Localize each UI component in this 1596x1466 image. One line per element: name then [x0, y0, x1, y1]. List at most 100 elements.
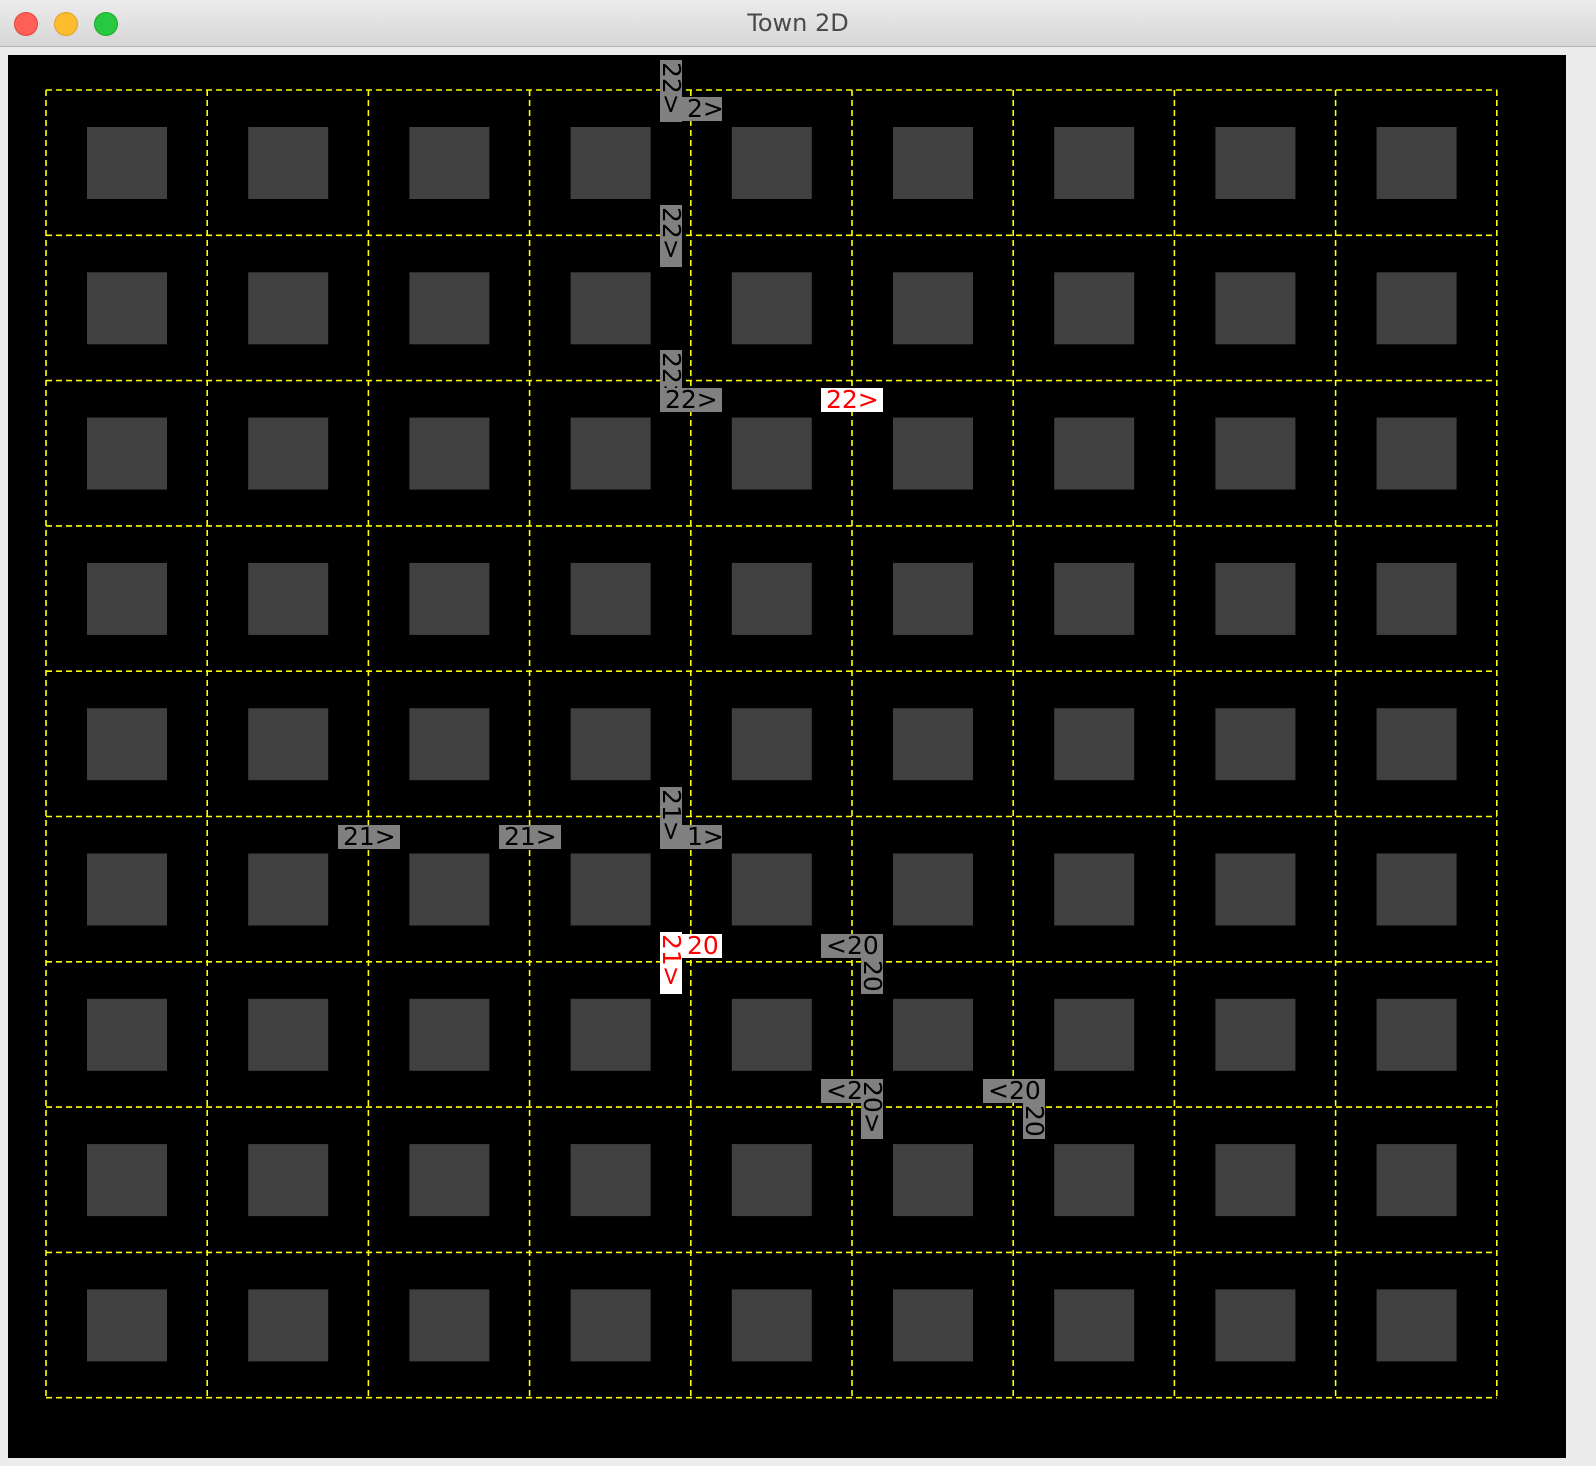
building-block	[248, 417, 329, 490]
building-block	[248, 998, 329, 1071]
building-block	[409, 1289, 490, 1362]
building-block	[893, 1144, 973, 1217]
building-block	[87, 127, 167, 199]
building-block	[893, 127, 973, 199]
building-block	[893, 998, 973, 1071]
building-block	[1376, 417, 1457, 490]
car-label: 22>	[657, 205, 686, 267]
car-label-text: 22>	[826, 385, 879, 414]
building-block	[1376, 272, 1457, 345]
building-block	[248, 272, 329, 345]
car-label-text: 22>	[657, 62, 686, 115]
car-label: 2>	[682, 94, 724, 123]
building-block	[409, 1144, 490, 1217]
building-block	[1054, 1144, 1135, 1217]
buildings-layer	[87, 127, 1457, 1362]
building-block	[731, 1289, 812, 1362]
building-block	[1215, 127, 1296, 199]
car-label: 1>	[682, 822, 724, 851]
building-block	[248, 853, 329, 926]
car-label: 20>	[858, 1079, 887, 1139]
car-label: 21>	[338, 822, 400, 851]
car-label-text: 21>	[657, 934, 686, 987]
building-block	[1215, 417, 1296, 490]
building-block	[409, 127, 490, 199]
building-block	[1376, 1289, 1457, 1362]
car-label-text: 22>	[657, 207, 686, 260]
car-label-text: <2	[826, 1076, 863, 1105]
window-title: Town 2D	[747, 9, 849, 37]
building-block	[570, 998, 651, 1071]
building-block	[87, 998, 167, 1071]
car-label-text: 21>	[343, 822, 396, 851]
building-block	[1376, 853, 1457, 926]
building-block	[570, 708, 651, 781]
building-block	[409, 708, 490, 781]
building-block	[248, 127, 329, 199]
car-label-text: 20	[687, 931, 719, 960]
car-label: 22>	[657, 60, 686, 122]
building-block	[87, 853, 167, 926]
car-label: 20	[682, 931, 722, 960]
building-block	[1376, 708, 1457, 781]
town-map: 22> 2> 22> 22> 22> 22> 21> 21> 21> 1> 21> 20 <20 20 <2…	[8, 55, 1566, 1458]
car-label-text: 21>	[657, 789, 686, 842]
building-block	[570, 417, 651, 490]
building-block	[731, 853, 812, 926]
building-block	[1215, 1289, 1296, 1362]
building-block	[87, 272, 167, 345]
car-label-text: <20	[988, 1076, 1041, 1105]
building-block	[1376, 562, 1457, 635]
building-block	[893, 417, 973, 490]
building-block	[731, 417, 812, 490]
building-block	[731, 708, 812, 781]
car-label: 21>	[657, 787, 686, 849]
building-block	[570, 1289, 651, 1362]
building-block	[893, 272, 973, 345]
building-block	[1054, 272, 1135, 345]
car-label-text: 2>	[687, 94, 724, 123]
building-block	[87, 562, 167, 635]
title-bar[interactable]: Town 2D	[0, 0, 1596, 47]
building-block	[409, 417, 490, 490]
building-block	[570, 853, 651, 926]
car-label-text: 20>	[858, 1081, 887, 1134]
car-label-text: 20	[1020, 1105, 1049, 1137]
car-label: 21>	[499, 822, 561, 851]
building-block	[731, 1144, 812, 1217]
building-block	[409, 853, 490, 926]
building-block	[731, 272, 812, 345]
car-label-text: 1>	[687, 822, 724, 851]
building-block	[1054, 708, 1135, 781]
car-label: <20	[983, 1076, 1045, 1105]
building-block	[570, 127, 651, 199]
building-block	[1054, 998, 1135, 1071]
building-block	[1215, 272, 1296, 345]
building-block	[1376, 1144, 1457, 1217]
building-block	[1054, 127, 1135, 199]
building-block	[87, 417, 167, 490]
building-block	[570, 562, 651, 635]
car-label: <20	[821, 931, 883, 960]
building-block	[1215, 998, 1296, 1071]
car-label: 22>	[660, 385, 722, 414]
building-block	[893, 562, 973, 635]
building-block	[1215, 853, 1296, 926]
building-block	[1376, 998, 1457, 1071]
building-block	[409, 998, 490, 1071]
building-block	[893, 853, 973, 926]
building-block	[87, 1144, 167, 1217]
building-block	[893, 708, 973, 781]
app-window: Town 2D 22> 2> 22> 22> 22> 22> 21> 21> 21> 1> 21> 2…	[0, 0, 1596, 1466]
building-block	[1054, 1289, 1135, 1362]
window-content: 22> 2> 22> 22> 22> 22> 21> 21> 21> 1> 21> 20 <20 20 <2…	[0, 47, 1596, 1466]
building-block	[731, 127, 812, 199]
building-block	[409, 562, 490, 635]
car-label: <2	[821, 1076, 863, 1105]
car-label-text: 20	[858, 960, 887, 992]
building-block	[1054, 853, 1135, 926]
building-block	[570, 272, 651, 345]
car-label: 21>	[657, 932, 686, 994]
building-block	[248, 562, 329, 635]
building-block	[1215, 1144, 1296, 1217]
